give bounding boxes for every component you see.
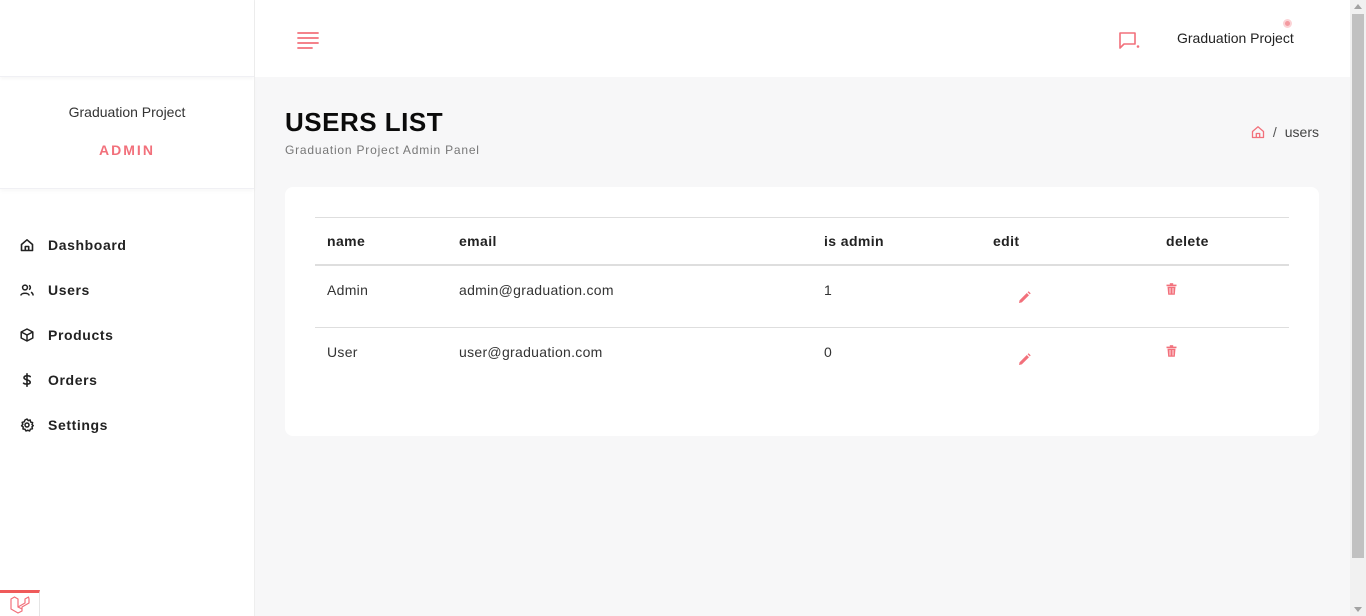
sidebar-item-label: Dashboard <box>48 236 127 253</box>
users-card: name email is admin edit delete Admin ad… <box>285 187 1319 436</box>
gear-icon <box>20 417 34 432</box>
users-table: name email is admin edit delete Admin ad… <box>315 217 1289 391</box>
sidebar-item-label: Orders <box>48 371 98 388</box>
user-menu[interactable]: Graduation Project <box>1177 30 1294 46</box>
sidebar-item-settings[interactable]: Settings <box>0 402 254 447</box>
column-header-is-admin: is admin <box>812 217 981 266</box>
page-title: USERS LIST <box>285 107 444 137</box>
cell-name: User <box>327 344 358 360</box>
cell-edit <box>981 328 1154 391</box>
cell-email: user@graduation.com <box>459 344 603 360</box>
sidebar-item-users[interactable]: Users <box>0 267 254 312</box>
home-icon <box>20 238 34 252</box>
page-subtitle: Graduation Project Admin Panel <box>285 143 480 157</box>
trash-icon[interactable] <box>1166 282 1177 298</box>
table-row: User user@graduation.com 0 <box>315 328 1289 391</box>
sidebar-item-dashboard[interactable]: Dashboard <box>0 222 254 267</box>
breadcrumb-home-icon[interactable] <box>1251 125 1265 139</box>
column-header-edit: edit <box>981 217 1154 266</box>
column-header-email: email <box>447 217 812 266</box>
trash-icon[interactable] <box>1166 344 1177 360</box>
sidebar-item-products[interactable]: Products <box>0 312 254 357</box>
users-icon <box>20 283 34 297</box>
top-header: Graduation Project <box>255 0 1350 77</box>
cell-email: admin@graduation.com <box>447 264 812 328</box>
column-header-delete: delete <box>1154 217 1289 266</box>
breadcrumb: / users <box>1251 124 1319 140</box>
sidebar-item-label: Settings <box>48 416 109 433</box>
cell-is-admin: 1 <box>812 264 981 328</box>
breadcrumb-current: users <box>1284 124 1319 140</box>
table-header-row: name email is admin edit delete <box>315 217 1289 266</box>
profile-panel: Graduation Project ADMIN <box>0 77 254 189</box>
cell-delete <box>1154 328 1289 391</box>
page-scrollbar[interactable] <box>1350 0 1366 616</box>
profile-name: Graduation Project <box>68 104 186 120</box>
scroll-down-arrow-icon[interactable] <box>1354 607 1362 612</box>
cell-is-admin: 0 <box>824 344 833 360</box>
cell-delete <box>1154 264 1289 328</box>
table-row: Admin admin@graduation.com 1 <box>315 264 1289 328</box>
menu-toggle-icon[interactable] <box>297 31 319 49</box>
cell-name: Admin <box>315 264 447 328</box>
sidebar: Graduation Project ADMIN Dashboard Users… <box>0 0 255 616</box>
sidebar-item-label: Users <box>48 281 90 298</box>
sidebar-item-orders[interactable]: Orders <box>0 357 254 402</box>
chat-icon[interactable] <box>1118 30 1142 52</box>
sidebar-item-label: Products <box>48 326 114 343</box>
column-header-name: name <box>315 217 447 266</box>
cell-edit <box>981 264 1154 328</box>
sidebar-nav: Dashboard Users Products Orders Settings <box>0 222 254 447</box>
edit-pencil-icon[interactable] <box>1018 290 1031 307</box>
profile-role: ADMIN <box>99 142 155 158</box>
box-icon <box>20 327 34 342</box>
scroll-thumb[interactable] <box>1352 14 1364 558</box>
dollar-icon <box>20 372 34 387</box>
laravel-logo-icon[interactable] <box>0 590 40 616</box>
breadcrumb-separator: / <box>1272 124 1277 140</box>
scroll-up-arrow-icon[interactable] <box>1354 4 1362 9</box>
sidebar-logo-area <box>0 0 254 77</box>
online-status-badge <box>1283 19 1292 28</box>
edit-pencil-icon[interactable] <box>1018 353 1031 369</box>
